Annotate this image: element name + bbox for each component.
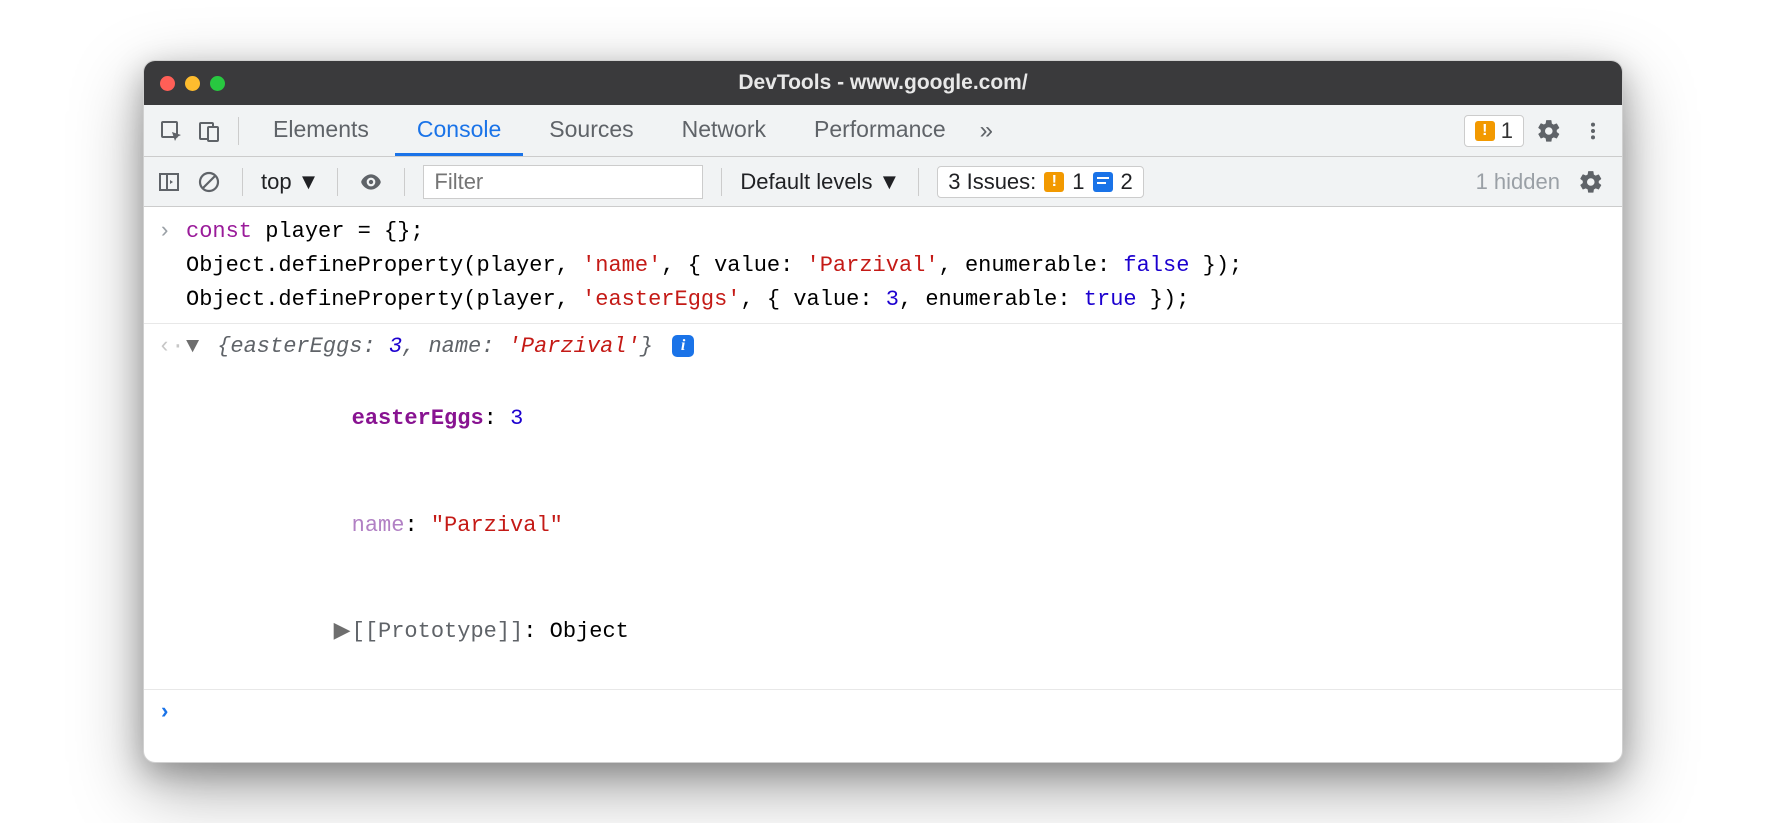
more-tabs-button[interactable]: » xyxy=(972,117,1001,145)
chevron-down-icon: ▼ xyxy=(878,169,900,195)
property-key[interactable]: name xyxy=(352,513,405,538)
devtools-window: DevTools - www.google.com/ Elements Cons… xyxy=(143,60,1623,763)
console-input-row: › const player = {}; Object.defineProper… xyxy=(144,213,1622,319)
tab-elements[interactable]: Elements xyxy=(251,105,391,156)
tab-console[interactable]: Console xyxy=(395,105,523,156)
tab-performance[interactable]: Performance xyxy=(792,105,968,156)
property-value: "Parzival" xyxy=(431,513,563,538)
issues-button[interactable]: 3 Issues: ! 1 2 xyxy=(937,166,1144,198)
issues-warn-count: 1 xyxy=(1072,169,1084,195)
object-summary[interactable]: ▼ {easterEggs: 3, name: 'Parzival'} i xyxy=(186,330,694,364)
filter-input[interactable] xyxy=(423,165,703,199)
console-input-code[interactable]: const player = {}; Object.defineProperty… xyxy=(186,215,1242,317)
separator xyxy=(242,168,243,196)
window-controls xyxy=(160,76,225,91)
minimize-window-button[interactable] xyxy=(185,76,200,91)
log-levels-selector[interactable]: Default levels ▼ xyxy=(740,169,900,195)
property-key[interactable]: easterEggs xyxy=(352,406,484,431)
console-toolbar: top ▼ Default levels ▼ 3 Issues: ! 1 2 1… xyxy=(144,157,1622,207)
separator xyxy=(918,168,919,196)
prototype-key[interactable]: [[Prototype]] xyxy=(352,619,524,644)
warning-count: 1 xyxy=(1501,118,1513,144)
issues-label: 3 Issues: xyxy=(948,169,1036,195)
tab-network[interactable]: Network xyxy=(660,105,788,156)
close-window-button[interactable] xyxy=(160,76,175,91)
context-selector[interactable]: top ▼ xyxy=(261,169,319,195)
prompt-caret-icon: › xyxy=(158,696,186,730)
console-sidebar-toggle-icon[interactable] xyxy=(154,167,184,197)
info-icon[interactable]: i xyxy=(672,335,694,357)
device-toolbar-icon[interactable] xyxy=(192,114,226,148)
output-caret-icon: ‹· xyxy=(158,330,186,364)
separator xyxy=(238,117,239,145)
separator xyxy=(144,323,1622,324)
live-expression-icon[interactable] xyxy=(356,167,386,197)
separator xyxy=(144,689,1622,690)
console-prompt-row[interactable]: › xyxy=(144,694,1622,732)
issues-msg-count: 2 xyxy=(1121,169,1133,195)
kebab-menu-icon[interactable] xyxy=(1574,120,1612,142)
tab-sources[interactable]: Sources xyxy=(527,105,655,156)
main-tab-strip: Elements Console Sources Network Perform… xyxy=(144,105,1622,157)
separator xyxy=(337,168,338,196)
console-settings-icon[interactable] xyxy=(1570,169,1612,195)
disclosure-triangle-right-icon[interactable]: ▶ xyxy=(334,615,352,649)
property-value: 3 xyxy=(510,406,523,431)
window-title: DevTools - www.google.com/ xyxy=(144,71,1622,95)
context-label: top xyxy=(261,169,292,195)
separator xyxy=(721,168,722,196)
levels-label: Default levels xyxy=(740,169,872,195)
hidden-messages-label[interactable]: 1 hidden xyxy=(1476,169,1560,195)
clear-console-icon[interactable] xyxy=(194,167,224,197)
inspect-element-icon[interactable] xyxy=(154,114,188,148)
titlebar: DevTools - www.google.com/ xyxy=(144,61,1622,105)
warning-icon: ! xyxy=(1044,172,1064,192)
warnings-badge[interactable]: ! 1 xyxy=(1464,115,1524,147)
maximize-window-button[interactable] xyxy=(210,76,225,91)
object-property-row: easterEggs: 3 xyxy=(144,366,1622,472)
settings-icon[interactable] xyxy=(1528,118,1570,144)
warning-icon: ! xyxy=(1475,121,1495,141)
console-body: › const player = {}; Object.defineProper… xyxy=(144,207,1622,762)
message-icon xyxy=(1093,172,1113,192)
input-caret-icon: › xyxy=(158,215,186,317)
console-result-row: ‹· ▼ {easterEggs: 3, name: 'Parzival'} i xyxy=(144,328,1622,366)
object-prototype-row: ▶[[Prototype]]: Object xyxy=(144,579,1622,685)
object-property-row: name: "Parzival" xyxy=(144,473,1622,579)
separator xyxy=(404,168,405,196)
prototype-value: Object xyxy=(550,619,629,644)
chevron-down-icon: ▼ xyxy=(298,169,320,195)
console-prompt-input[interactable] xyxy=(186,696,199,730)
disclosure-triangle-down-icon[interactable]: ▼ xyxy=(186,330,204,364)
